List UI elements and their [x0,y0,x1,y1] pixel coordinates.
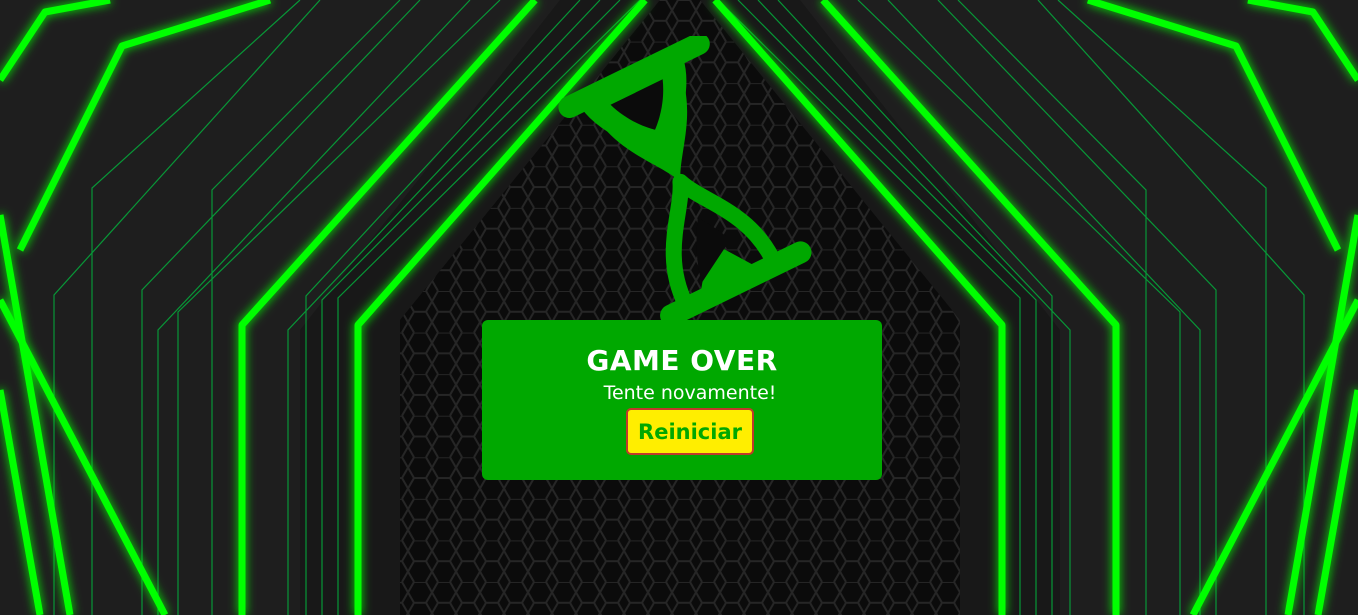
game-over-panel: GAME OVER Tente novamente! Reiniciar [482,320,882,480]
hourglass-icon [558,36,812,326]
game-screen: GAME OVER Tente novamente! Reiniciar [0,0,1358,615]
restart-button[interactable]: Reiniciar [626,408,754,455]
game-over-title: GAME OVER [586,344,778,377]
try-again-message: Tente novamente! [603,382,777,404]
